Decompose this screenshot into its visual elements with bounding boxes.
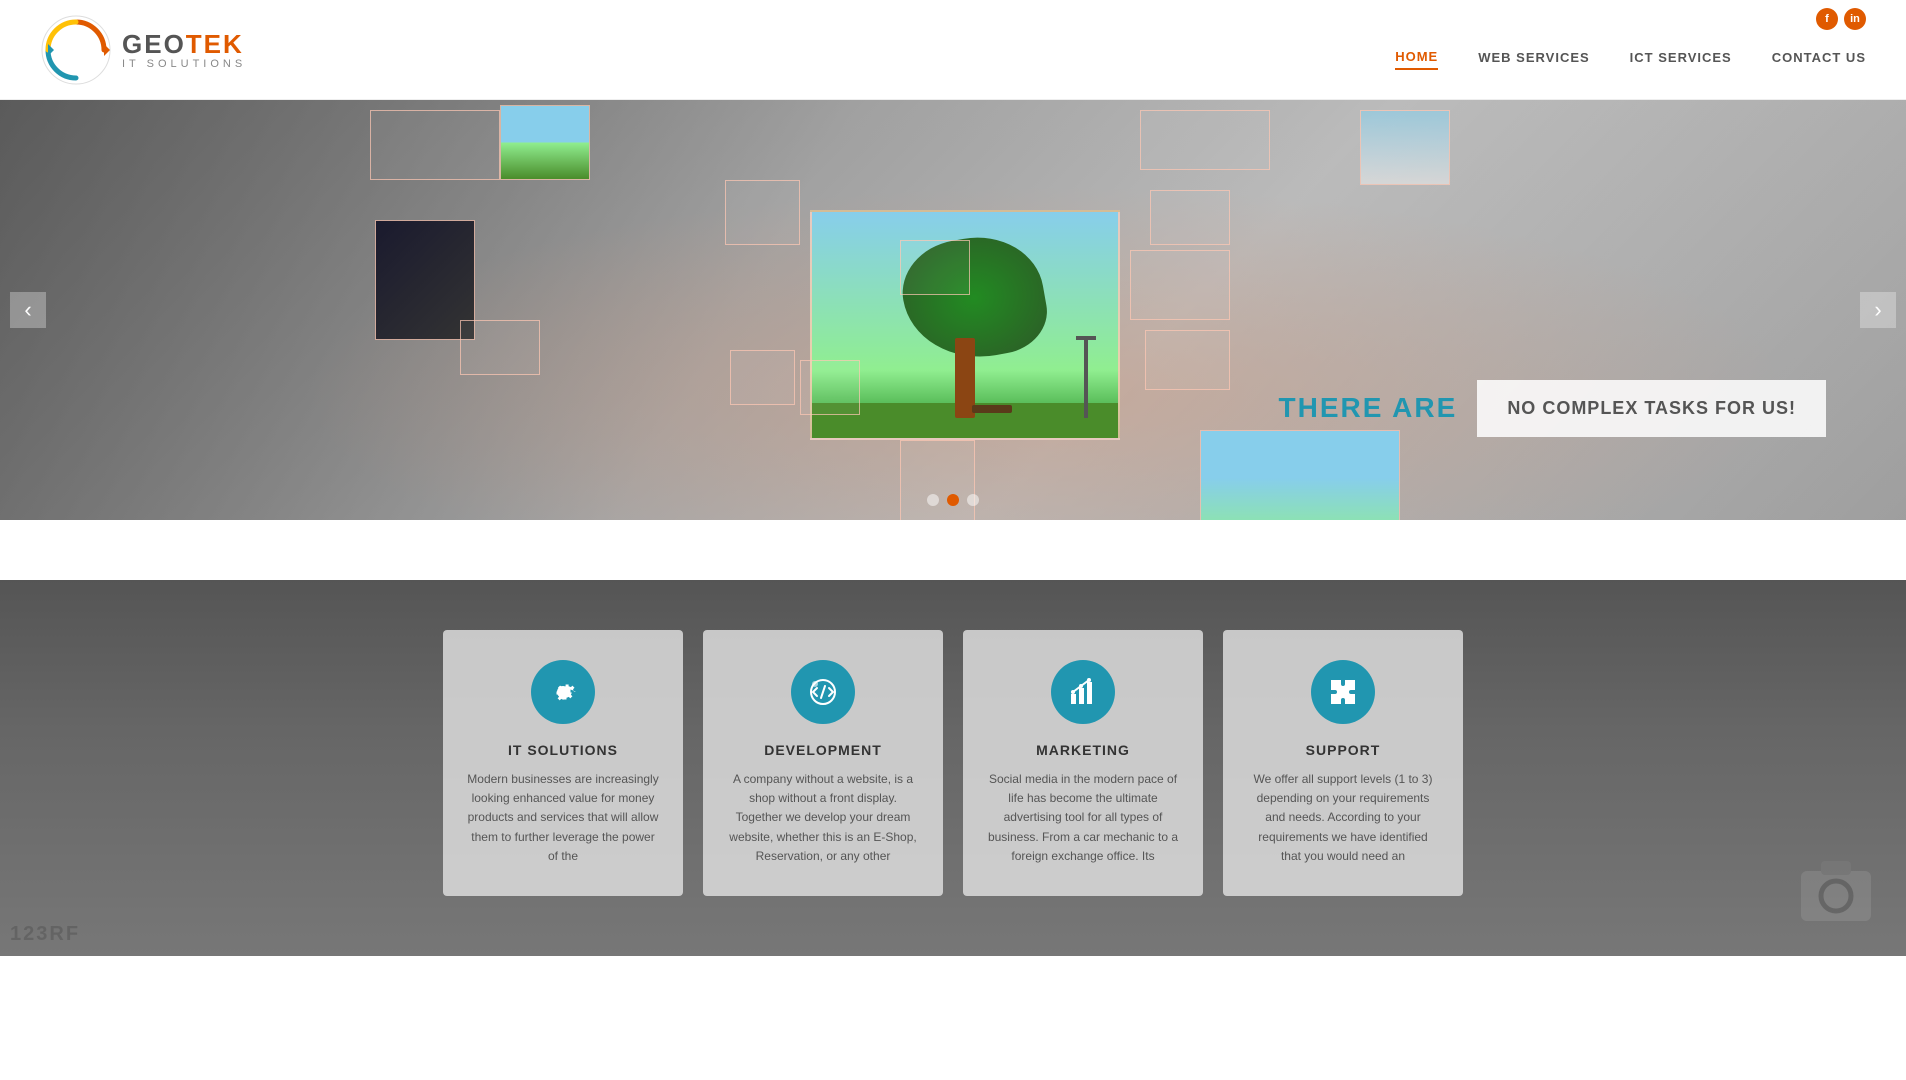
deco-frame-5: [725, 180, 800, 245]
gap-section: [0, 520, 1906, 580]
service-card-development[interactable]: DEVELOPMENT A company without a website,…: [703, 630, 943, 896]
slider-dots: [927, 494, 979, 506]
deco-frame-1: [370, 110, 500, 180]
tagline-text: NO COMPLEX TASKS FOR US!: [1477, 380, 1826, 437]
deco-frame-12: [1150, 190, 1230, 245]
logo-subtitle: IT SOLUTIONS: [122, 58, 246, 70]
facebook-icon[interactable]: f: [1816, 8, 1838, 30]
nav-ict-services[interactable]: ICT SERVICES: [1630, 50, 1732, 69]
deco-frame-13: [1130, 250, 1230, 320]
deco-frame-16: [900, 440, 975, 520]
hero-text-overlay: THERE ARE NO COMPLEX TASKS FOR US!: [1259, 376, 1826, 440]
nav-contact-us[interactable]: CONTACT US: [1772, 50, 1866, 69]
gear-icon: [547, 676, 579, 708]
chart-icon: [1067, 676, 1099, 708]
deco-frame-8: [800, 360, 860, 415]
deco-frame-9: [900, 240, 970, 295]
site-header: f in GEOTEK IT SOLUTIONS HOME WEB SERVIC…: [0, 0, 1906, 100]
deco-frame-4: [460, 320, 540, 375]
support-desc: We offer all support levels (1 to 3) dep…: [1247, 770, 1439, 866]
slider-dot-2[interactable]: [947, 494, 959, 506]
hero-slider: THERE ARE NO COMPLEX TASKS FOR US! ‹ ›: [0, 100, 1906, 520]
logo-text: GEOTEK IT SOLUTIONS: [122, 29, 246, 70]
deco-frame-14: [1145, 330, 1230, 390]
development-desc: A company without a website, is a shop w…: [727, 770, 919, 866]
deco-frame-2: [500, 105, 590, 180]
there-are-text: THERE ARE: [1259, 376, 1478, 440]
service-card-it-solutions[interactable]: IT SOLUTIONS Modern businesses are incre…: [443, 630, 683, 896]
service-card-marketing[interactable]: MARKETING Social media in the modern pac…: [963, 630, 1203, 896]
deco-frame-15: [1200, 430, 1400, 520]
deco-frame-7: [730, 350, 795, 405]
logo-geo: GEO: [122, 29, 186, 59]
nav-web-services[interactable]: WEB SERVICES: [1478, 50, 1589, 69]
marketing-icon-circle: [1051, 660, 1115, 724]
watermark-123rf: 123RF: [10, 923, 80, 946]
nav-home[interactable]: HOME: [1395, 49, 1438, 70]
slider-dot-3[interactable]: [967, 494, 979, 506]
it-solutions-icon-circle: [531, 660, 595, 724]
slider-next-button[interactable]: ›: [1860, 292, 1896, 328]
logo-icon: [40, 14, 112, 86]
social-icons: f in: [1816, 8, 1866, 30]
linkedin-icon[interactable]: in: [1844, 8, 1866, 30]
services-section: IT SOLUTIONS Modern businesses are incre…: [0, 580, 1906, 956]
support-icon-circle: [1311, 660, 1375, 724]
it-solutions-title: IT SOLUTIONS: [467, 742, 659, 758]
development-title: DEVELOPMENT: [727, 742, 919, 758]
deco-frame-11: [1360, 110, 1450, 185]
support-title: SUPPORT: [1247, 742, 1439, 758]
logo[interactable]: GEOTEK IT SOLUTIONS: [40, 14, 246, 86]
development-icon-circle: [791, 660, 855, 724]
marketing-title: MARKETING: [987, 742, 1179, 758]
logo-tek: TEK: [186, 29, 244, 59]
slider-prev-button[interactable]: ‹: [10, 292, 46, 328]
code-icon: [807, 676, 839, 708]
watermark-camera: [1796, 851, 1876, 936]
logo-name: GEOTEK: [122, 29, 246, 60]
service-card-support[interactable]: SUPPORT We offer all support levels (1 t…: [1223, 630, 1463, 896]
marketing-desc: Social media in the modern pace of life …: [987, 770, 1179, 866]
services-grid: IT SOLUTIONS Modern businesses are incre…: [0, 580, 1906, 956]
it-solutions-desc: Modern businesses are increasingly looki…: [467, 770, 659, 866]
deco-frame-10: [1140, 110, 1270, 170]
puzzle-icon: [1327, 676, 1359, 708]
main-nav: HOME WEB SERVICES ICT SERVICES CONTACT U…: [1395, 49, 1866, 70]
slider-dot-1[interactable]: [927, 494, 939, 506]
